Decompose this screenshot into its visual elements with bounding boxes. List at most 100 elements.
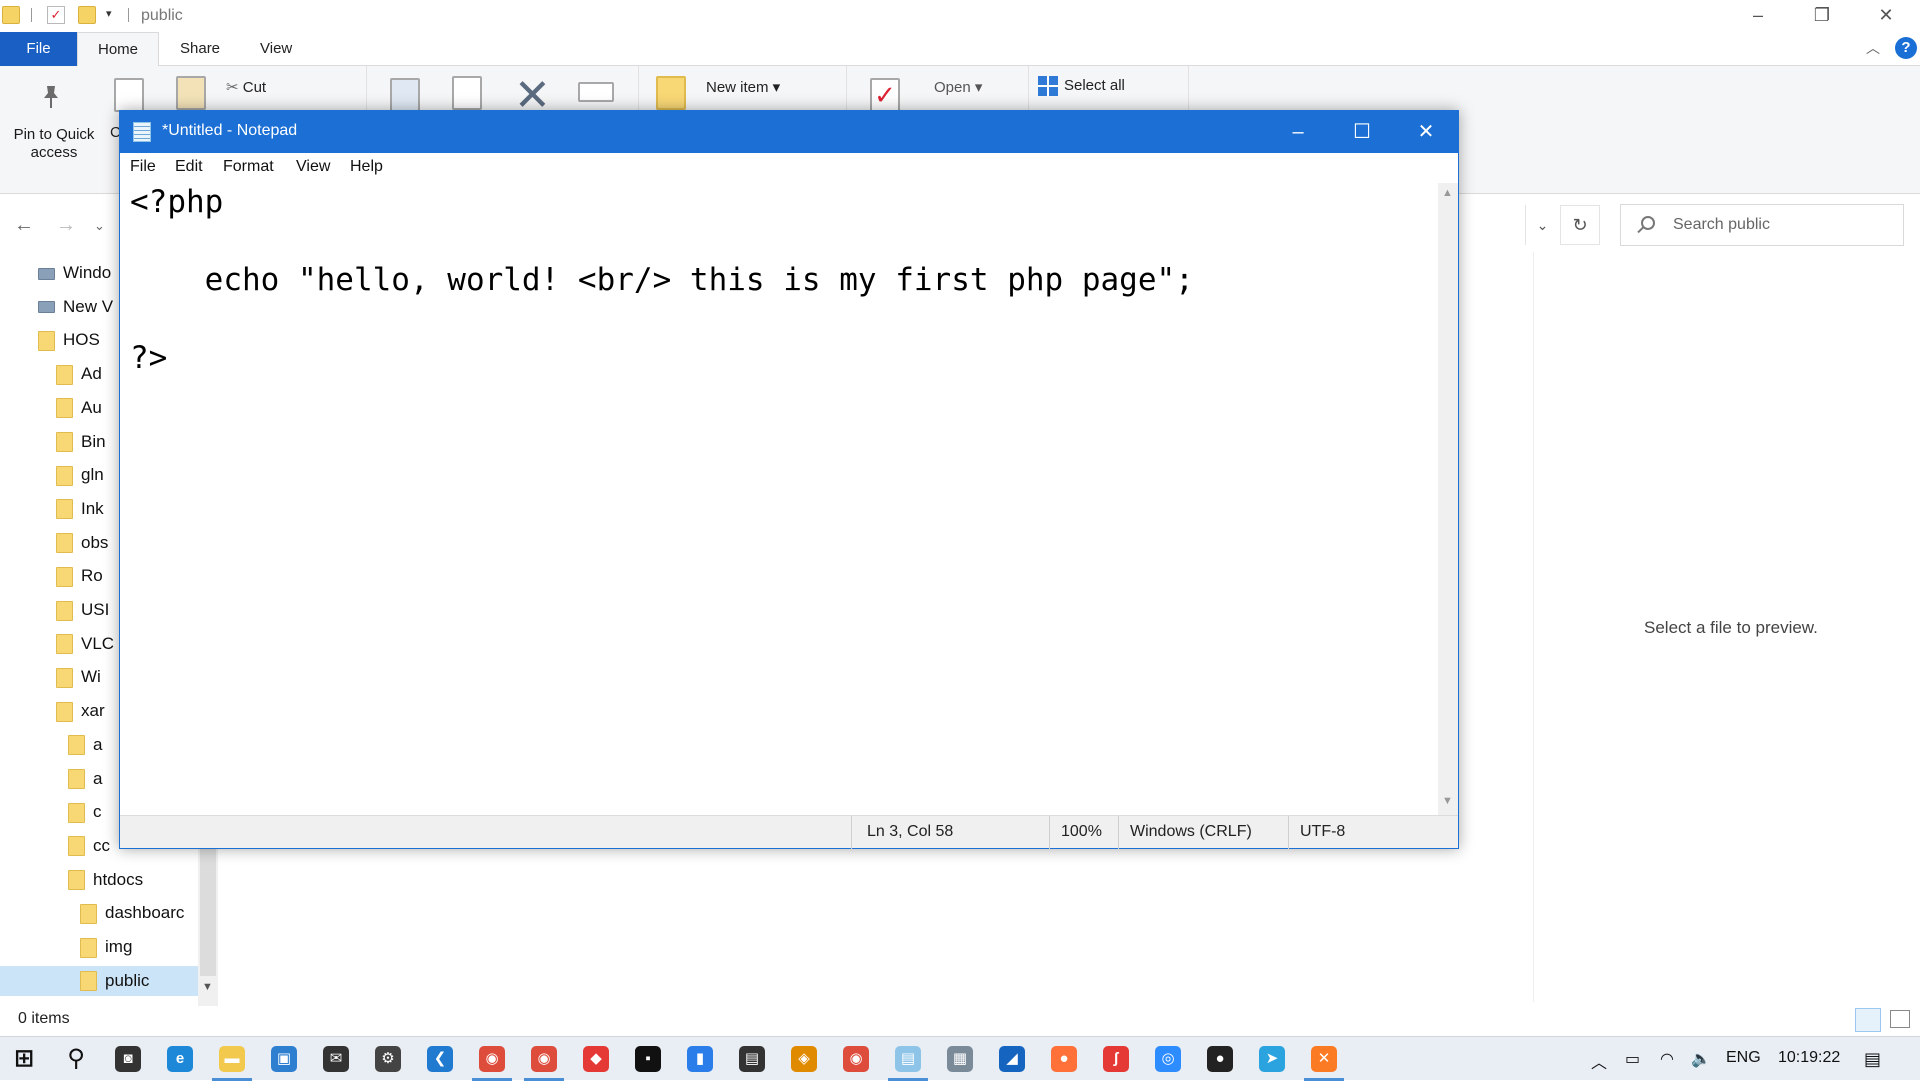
maximize-button[interactable]: ☐ [1330, 111, 1394, 153]
search-icon[interactable]: ⚲ [63, 1046, 89, 1072]
menu-format[interactable]: Format [223, 158, 274, 176]
vscode-icon[interactable]: ❮ [427, 1046, 453, 1072]
chrome-3-icon[interactable]: ◉ [843, 1046, 869, 1072]
tree-item[interactable]: htdocs [0, 865, 198, 895]
zoom-level: 100% [1061, 823, 1102, 840]
open-button[interactable]: Open ▾ [934, 78, 982, 96]
pin-to-quick-access-button[interactable]: Pin to Quick access [8, 126, 100, 162]
tree-item[interactable]: dashboarc [0, 898, 198, 928]
paste-icon[interactable] [176, 76, 206, 110]
battery-icon[interactable]: ▭ [1625, 1049, 1640, 1069]
settings-icon[interactable]: ⚙ [375, 1046, 401, 1072]
git-icon[interactable]: ʃ [1103, 1046, 1129, 1072]
refresh-icon[interactable]: ↻ [1560, 205, 1600, 245]
quick-access-dropdown-icon[interactable]: ▾ [106, 7, 112, 20]
telegram-icon[interactable]: ➤ [1259, 1046, 1285, 1072]
tree-item-label: xar [81, 701, 105, 721]
tab-file[interactable]: File [0, 32, 77, 66]
clock[interactable]: 10:19:22 [1778, 1049, 1840, 1067]
xampp-icon[interactable]: ✕ [1311, 1046, 1337, 1072]
properties-icon[interactable]: ✓ [47, 6, 65, 24]
game-icon[interactable]: ◈ [791, 1046, 817, 1072]
text-editor[interactable] [130, 183, 1430, 803]
tree-item-label: New V [63, 296, 114, 316]
copy-to-icon[interactable] [452, 76, 482, 110]
copy-icon[interactable] [114, 78, 144, 112]
move-to-icon[interactable] [390, 78, 420, 112]
show-hidden-icons-icon[interactable]: ︿ [1591, 1049, 1607, 1073]
editor-scrollbar[interactable]: ▲ ▼ [1438, 183, 1458, 815]
rename-icon[interactable] [578, 82, 614, 102]
minimize-button[interactable]: – [1726, 0, 1790, 30]
collapse-ribbon-icon[interactable]: ︿ [1866, 38, 1880, 58]
new-folder-icon[interactable] [656, 76, 686, 110]
app-store-icon[interactable]: ▣ [271, 1046, 297, 1072]
menu-file[interactable]: File [130, 158, 156, 176]
notepad-icon[interactable]: ▤ [895, 1046, 921, 1072]
windows-start-icon[interactable]: ⊞ [11, 1046, 37, 1072]
chrome-2-icon[interactable]: ◉ [531, 1046, 557, 1072]
address-dropdown-icon[interactable]: ⌄ [1525, 205, 1559, 245]
notifications-icon[interactable]: ▤ [1864, 1049, 1881, 1070]
large-icons-view-icon[interactable] [1890, 1010, 1910, 1028]
network-icon[interactable]: ◠ [1660, 1049, 1674, 1069]
chart-icon[interactable]: ▦ [947, 1046, 973, 1072]
shark-icon[interactable]: ◢ [999, 1046, 1025, 1072]
tab-view[interactable]: View [240, 32, 312, 66]
new-folder-icon[interactable] [78, 6, 96, 24]
notepad-menu-bar: File Edit Format View Help [120, 153, 1458, 183]
anydesk-icon[interactable]: ◆ [583, 1046, 609, 1072]
file-explorer-icon[interactable]: ▬ [219, 1046, 245, 1072]
select-all-label: Select all [1064, 76, 1125, 94]
close-button[interactable]: ✕ [1854, 0, 1918, 30]
tab-share[interactable]: Share [160, 32, 240, 66]
cursor-position: Ln 3, Col 58 [867, 823, 954, 840]
tree-item-label: gln [81, 465, 104, 485]
folder-icon [80, 937, 97, 958]
edge-icon[interactable]: e [167, 1046, 193, 1072]
volume-icon[interactable]: 🔈 [1691, 1049, 1711, 1069]
back-arrow-icon[interactable]: ← [14, 214, 34, 237]
obs-icon[interactable]: ● [1207, 1046, 1233, 1072]
help-icon[interactable]: ? [1895, 37, 1917, 59]
menu-help[interactable]: Help [350, 158, 383, 176]
tree-item-label: a [93, 734, 103, 754]
zoom-icon[interactable]: ◎ [1155, 1046, 1181, 1072]
scroll-up-icon[interactable]: ▲ [1442, 187, 1453, 199]
new-item-button[interactable]: New item ▾ [706, 78, 780, 96]
drive-icon [38, 301, 55, 314]
minimize-button[interactable]: – [1266, 111, 1330, 153]
cut-button[interactable]: ✂ Cut [226, 78, 266, 96]
line-ending: Windows (CRLF) [1130, 823, 1252, 840]
firefox-icon[interactable]: ● [1051, 1046, 1077, 1072]
search-input[interactable] [1673, 205, 1893, 245]
store-icon[interactable]: ▤ [739, 1046, 765, 1072]
menu-view[interactable]: View [296, 158, 330, 176]
restore-button[interactable]: ❐ [1790, 0, 1854, 30]
tree-item[interactable]: img [0, 932, 198, 962]
chrome-icon[interactable]: ◉ [479, 1046, 505, 1072]
tab-home[interactable]: Home [77, 32, 160, 67]
forward-arrow-icon[interactable]: → [56, 214, 76, 237]
scroll-down-icon[interactable]: ▼ [202, 981, 213, 993]
menu-edit[interactable]: Edit [175, 158, 203, 176]
tree-item-label: c [93, 802, 102, 822]
folder-icon [68, 870, 85, 891]
mail-icon[interactable]: ✉ [323, 1046, 349, 1072]
tree-item[interactable]: public [0, 965, 198, 996]
camera-icon[interactable]: ◙ [115, 1046, 141, 1072]
terminal-icon[interactable]: ▪ [635, 1046, 661, 1072]
divider [1533, 252, 1534, 1002]
phone-icon[interactable]: ▮ [687, 1046, 713, 1072]
properties-icon[interactable]: ✓ [870, 78, 900, 112]
notepad-titlebar[interactable]: *Untitled - Notepad – ☐ ✕ [120, 111, 1458, 153]
tree-item-label: VLC [81, 633, 115, 653]
scroll-down-icon[interactable]: ▼ [1442, 795, 1453, 807]
recent-locations-icon[interactable]: ⌄ [94, 218, 105, 234]
details-view-icon[interactable] [1855, 1008, 1881, 1032]
close-button[interactable]: ✕ [1394, 111, 1458, 153]
search-box[interactable] [1620, 204, 1904, 246]
language-indicator[interactable]: ENG [1726, 1049, 1761, 1067]
select-all-button[interactable]: Select all [1038, 76, 1125, 96]
window-title: public [141, 7, 183, 24]
